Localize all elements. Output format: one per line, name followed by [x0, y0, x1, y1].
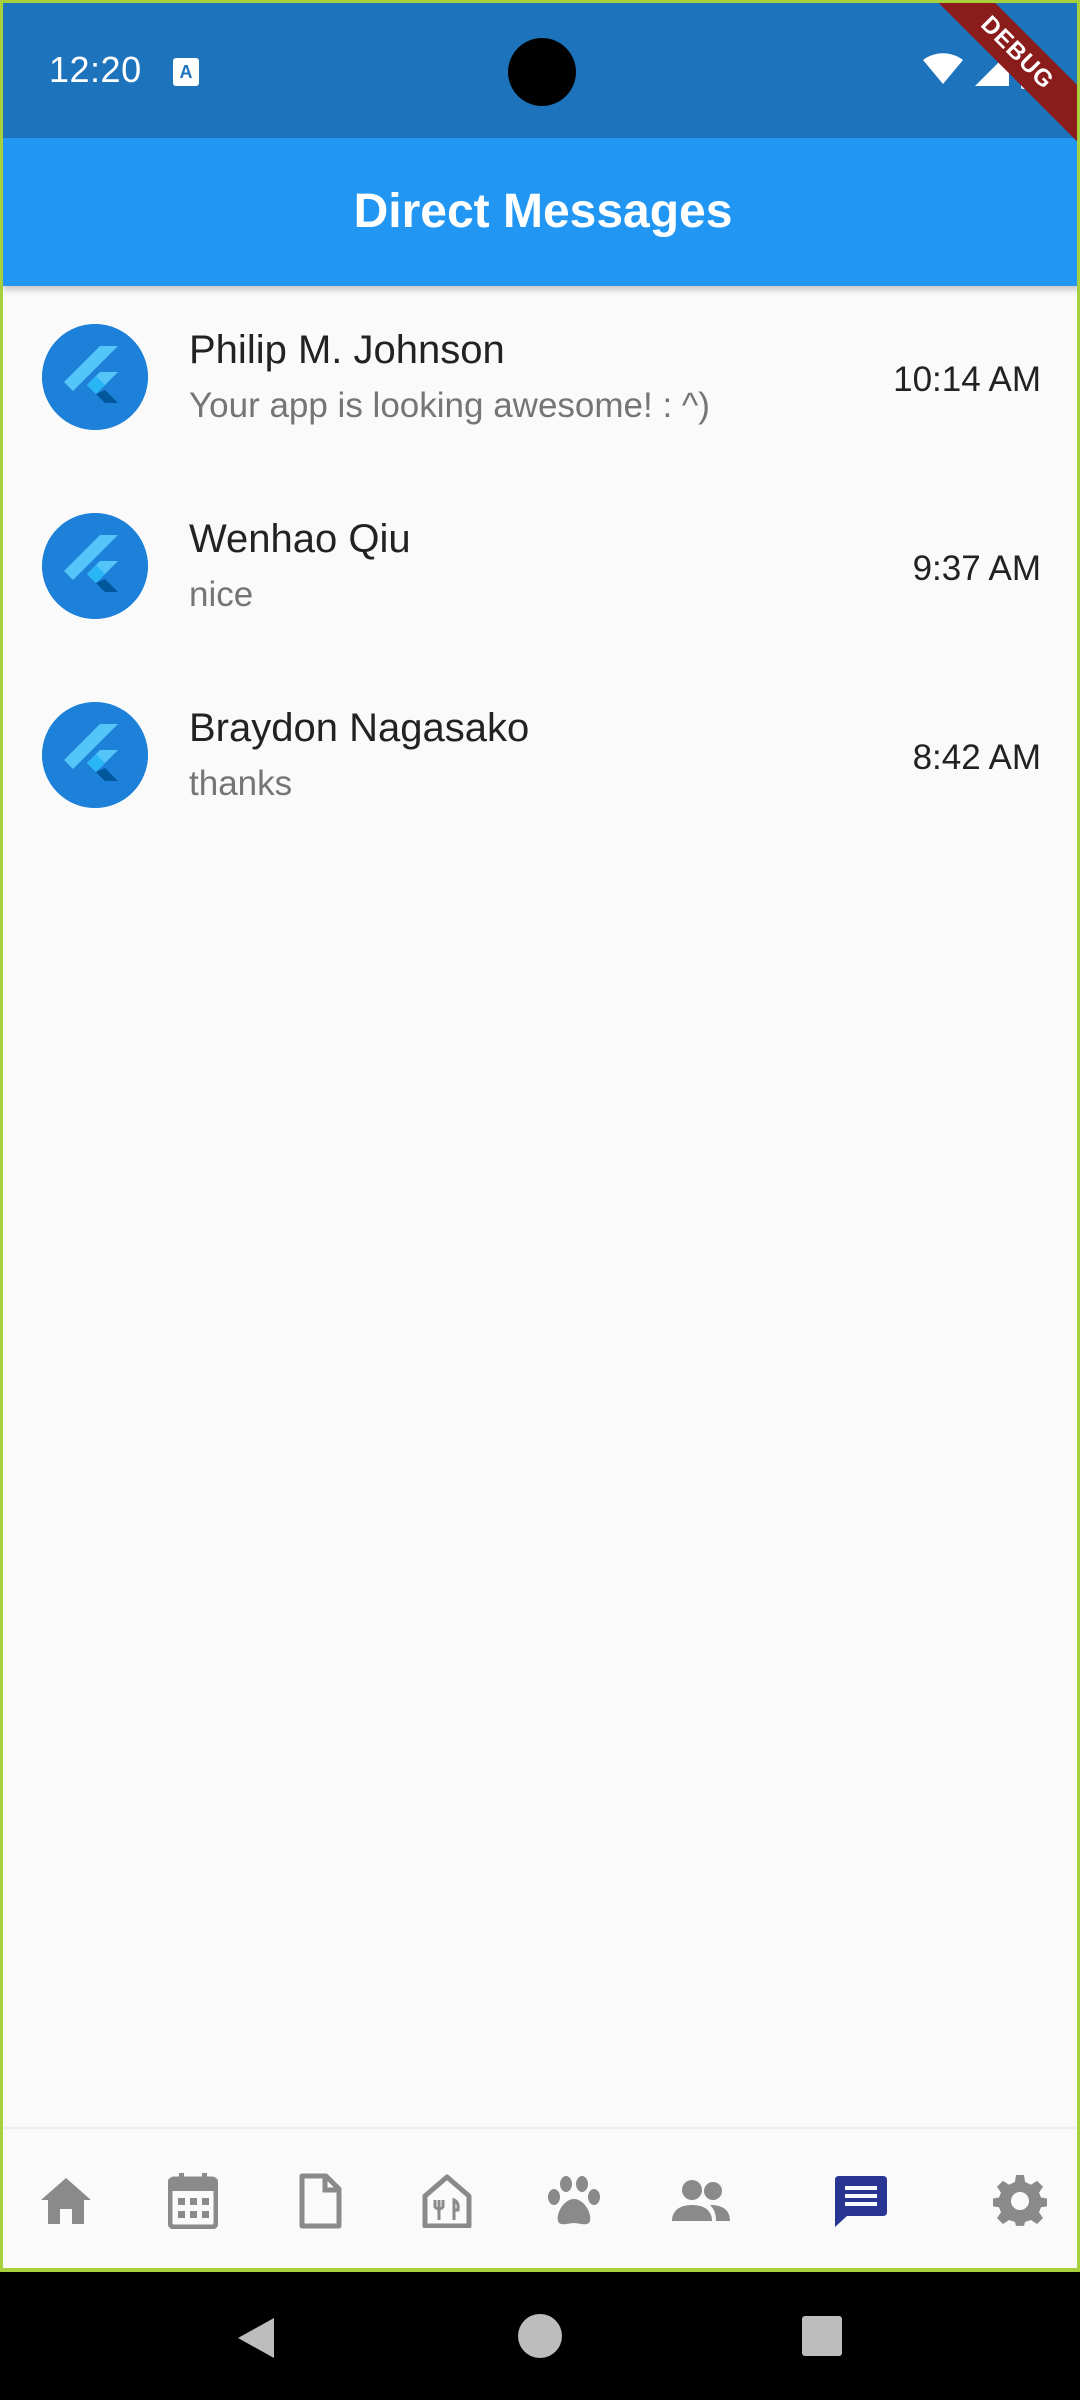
message-time: 8:42 AM — [912, 738, 1041, 777]
chat-icon — [835, 2176, 887, 2227]
nav-messages[interactable] — [829, 2169, 893, 2233]
sender-name: Wenhao Qiu — [189, 517, 411, 561]
status-time: 12:20 — [49, 49, 142, 90]
recents-icon[interactable] — [802, 2316, 842, 2356]
dining-icon — [422, 2174, 472, 2228]
bottom-navigation-bar — [3, 2127, 1077, 2268]
settings-icon — [993, 2174, 1047, 2226]
message-preview: Your app is looking awesome! : ^) — [189, 386, 710, 425]
nav-calendar[interactable] — [161, 2169, 225, 2233]
conversation-list: Philip M. Johnson Your app is looking aw… — [3, 286, 1077, 853]
calendar-icon — [168, 2173, 218, 2229]
accessibility-notification-icon: A — [173, 58, 199, 86]
pets-icon — [548, 2176, 600, 2225]
flutter-avatar-icon — [42, 324, 148, 430]
home-icon — [41, 2178, 91, 2224]
document-icon — [299, 2173, 342, 2229]
sender-name: Braydon Nagasako — [189, 706, 530, 750]
nav-settings[interactable] — [988, 2169, 1052, 2233]
system-navigation-bar — [0, 2272, 1080, 2400]
conversation-item[interactable]: Philip M. Johnson Your app is looking aw… — [3, 286, 1077, 475]
flutter-avatar-icon — [42, 513, 148, 619]
camera-cutout — [508, 38, 576, 106]
app-frame: 12:20 A DEBUG Direct Messages Philip M. … — [0, 0, 1080, 2272]
nav-documents[interactable] — [288, 2169, 352, 2233]
nav-people[interactable] — [669, 2169, 733, 2233]
message-preview: thanks — [189, 764, 293, 803]
sender-name: Philip M. Johnson — [189, 328, 505, 372]
conversation-item[interactable]: Braydon Nagasako thanks 8:42 AM — [3, 664, 1077, 853]
flutter-avatar-icon — [42, 702, 148, 808]
message-preview: nice — [189, 575, 254, 614]
wifi-icon — [923, 53, 963, 84]
nav-home[interactable] — [34, 2169, 98, 2233]
page-title: Direct Messages — [353, 185, 733, 238]
app-bar: Direct Messages — [3, 138, 1077, 286]
conversation-item[interactable]: Wenhao Qiu nice 9:37 AM — [3, 475, 1077, 664]
message-time: 9:37 AM — [912, 549, 1041, 588]
home-button-icon[interactable] — [517, 2313, 563, 2359]
message-time: 10:14 AM — [893, 360, 1041, 399]
status-bar: 12:20 A — [3, 3, 1077, 138]
back-icon[interactable] — [234, 2316, 278, 2360]
nav-pets[interactable] — [542, 2169, 606, 2233]
people-icon — [672, 2180, 730, 2221]
nav-dining[interactable] — [415, 2169, 479, 2233]
